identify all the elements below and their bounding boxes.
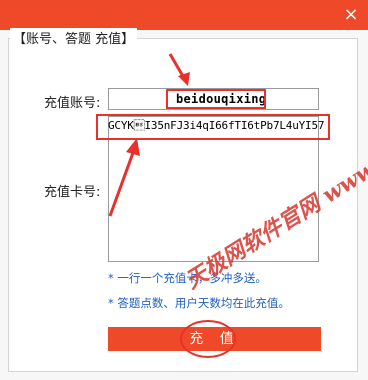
account-value: beidouqixing [176,92,267,106]
note-recharge-here: * 答题点数、用户天数均在此充值。 [108,296,290,310]
title-bar: × [0,0,368,30]
note-one-card-per-line: * 一行一个充值卡，多冲多送。 [108,271,267,285]
close-icon[interactable]: × [340,4,362,26]
group-title: 【账号、答题 充值】 [10,28,138,47]
recharge-button[interactable]: 充 值 [108,327,321,351]
card-label: 充值卡号: [44,185,101,200]
card-value: GCYKI35nFJ3i4qI66fTI6tPb7L4uYI57 [108,119,325,132]
card-textarea[interactable] [108,116,319,262]
account-label: 充值账号: [44,96,101,111]
